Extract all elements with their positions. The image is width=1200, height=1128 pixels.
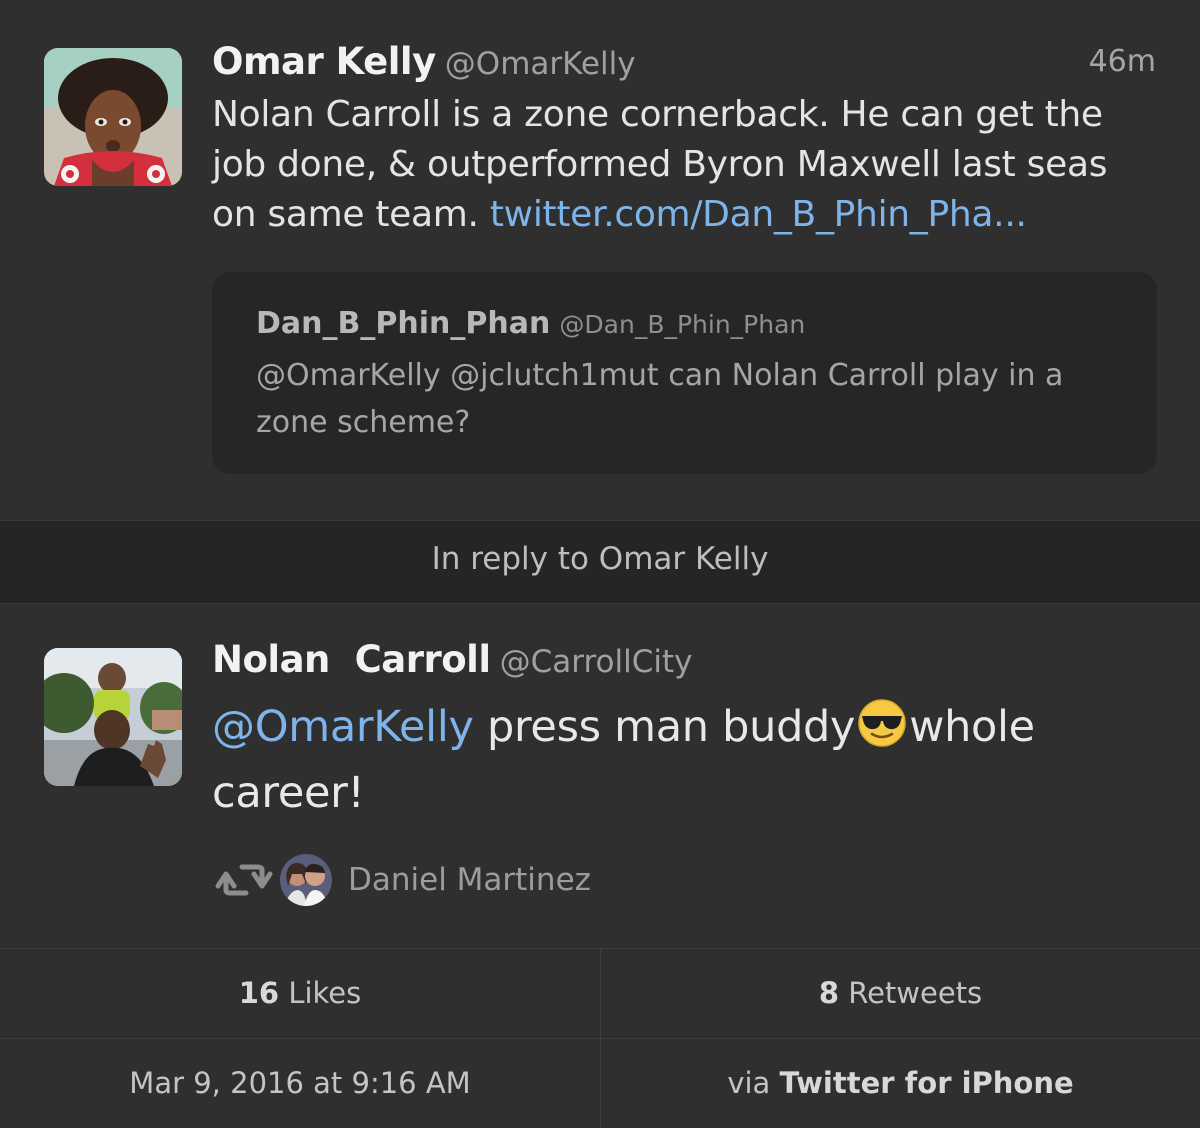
likes-label: Likes — [288, 976, 362, 1010]
reply-mention[interactable]: @OmarKelly — [212, 702, 474, 752]
quoted-author: Dan_B_Phin_Phan @Dan_B_Phin_Phan — [256, 306, 805, 341]
retweets-cell[interactable]: 8 Retweets — [600, 948, 1200, 1038]
reply-author[interactable]: Nolan Carroll @CarrollCity — [212, 638, 693, 681]
reply-body: @OmarKelly press man buddy whole career! — [212, 694, 1162, 826]
date-cell: Mar 9, 2016 at 9:16 AM — [0, 1038, 600, 1128]
client-name[interactable]: Twitter for iPhone — [780, 1066, 1074, 1100]
in-reply-to-banner[interactable]: In reply to Omar Kelly — [0, 520, 1200, 604]
reply-display-name[interactable]: Nolan Carroll — [212, 638, 491, 681]
retweeter-name[interactable]: Daniel Martinez — [348, 862, 591, 898]
retweet-icon — [215, 864, 273, 896]
author-handle[interactable]: @OmarKelly — [445, 46, 636, 82]
tweet-date: Mar 9, 2016 at 9:16 AM — [129, 1066, 471, 1100]
client-cell[interactable]: via Twitter for iPhone — [600, 1038, 1200, 1128]
in-reply-to-label: In reply to Omar Kelly — [431, 541, 769, 577]
retweeter-avatar[interactable] — [280, 854, 332, 906]
tweet-author[interactable]: Omar Kelly @OmarKelly — [212, 40, 636, 83]
tweet-time: 46m — [1088, 44, 1156, 79]
sunglasses-emoji-icon — [858, 699, 906, 747]
likes-stat: 16 Likes — [239, 976, 362, 1010]
quoted-text: @OmarKelly @jclutch1mut can Nolan Carrol… — [256, 358, 1064, 440]
retweeted-by-row[interactable]: Daniel Martinez — [212, 852, 591, 908]
quoted-display-name: Dan_B_Phin_Phan — [256, 306, 551, 341]
quoted-tweet-card[interactable]: Dan_B_Phin_Phan @Dan_B_Phin_Phan @OmarKe… — [212, 272, 1157, 474]
tweet-body: Nolan Carroll is a zone cornerback. He c… — [212, 90, 1162, 240]
tweet-stats: 16 Likes 8 Retweets Mar 9, 2016 at 9:16 … — [0, 948, 1200, 1128]
via-label: via — [727, 1066, 771, 1100]
omar-kelly-avatar[interactable] — [44, 48, 182, 186]
nolan-carroll-avatar[interactable] — [44, 648, 182, 786]
tweet-link[interactable]: twitter.com/Dan_B_Phin_Pha... — [490, 194, 1027, 235]
retweets-label: Retweets — [848, 976, 983, 1010]
author-display-name[interactable]: Omar Kelly — [212, 40, 436, 83]
likes-count: 16 — [238, 976, 280, 1010]
reply-tweet[interactable]: Nolan Carroll @CarrollCity @OmarKelly pr… — [0, 604, 1200, 948]
client-info: via Twitter for iPhone — [727, 1066, 1073, 1100]
likes-cell[interactable]: 16 Likes — [0, 948, 600, 1038]
reply-handle[interactable]: @CarrollCity — [500, 644, 693, 680]
quoted-handle: @Dan_B_Phin_Phan — [559, 310, 806, 339]
reply-text-start: press man buddy — [487, 702, 856, 752]
retweets-count: 8 — [818, 976, 839, 1010]
retweets-stat: 8 Retweets — [819, 976, 982, 1010]
original-tweet[interactable]: Omar Kelly @OmarKelly 46m Nolan Carroll … — [0, 0, 1200, 520]
tweet-detail-screen: Omar Kelly @OmarKelly 46m Nolan Carroll … — [0, 0, 1200, 1128]
